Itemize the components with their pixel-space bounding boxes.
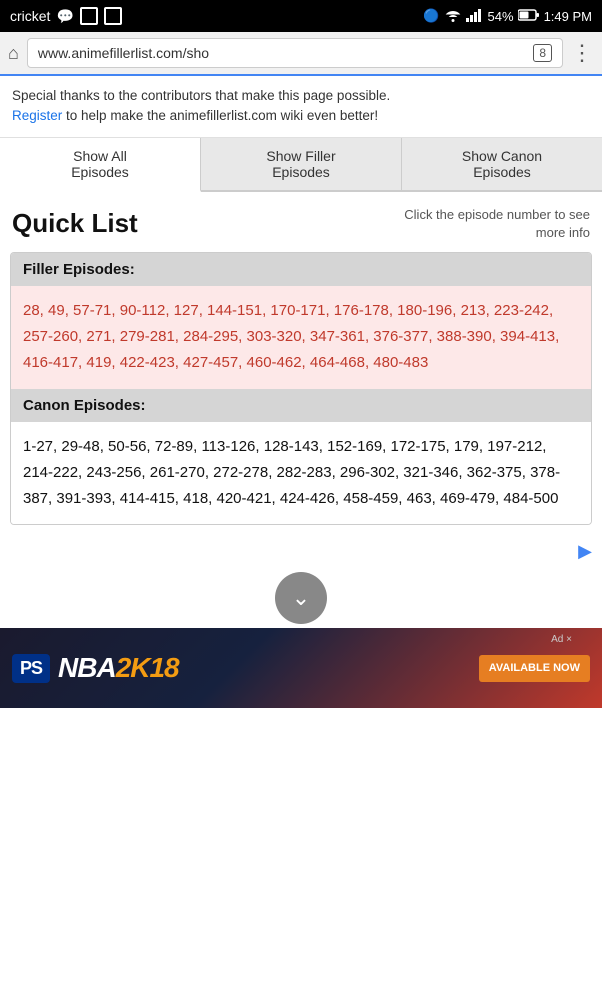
info-text: Special thanks to the contributors that … <box>12 88 390 103</box>
tab-filler-label: Show FillerEpisodes <box>266 148 335 180</box>
tabs-container: Show AllEpisodes Show FillerEpisodes Sho… <box>0 138 602 192</box>
scroll-down-button[interactable]: ⌄ <box>275 572 327 624</box>
status-bar: cricket 💬 🔵 54% 1:49 PM <box>0 0 602 32</box>
messenger-icon: 💬 <box>56 8 73 25</box>
browser-bar: ⌂ www.animefillerlist.com/sho 8 ⋮ <box>0 32 602 76</box>
nba-ad-banner[interactable]: PS NBA2K18 AVAILABLE NOW Ad × <box>0 628 602 708</box>
tab-filler-episodes[interactable]: Show FillerEpisodes <box>201 138 402 190</box>
menu-button[interactable]: ⋮ <box>571 40 594 66</box>
tab-all-label: Show AllEpisodes <box>71 148 129 180</box>
nba-ad-left: PS NBA2K18 <box>12 652 179 684</box>
square-icon-1 <box>80 7 98 25</box>
carrier-label: cricket <box>10 8 50 24</box>
status-left: cricket 💬 <box>10 7 122 25</box>
status-right: 🔵 54% 1:49 PM <box>423 8 592 25</box>
info-bar: Special thanks to the contributors that … <box>0 76 602 138</box>
url-bar[interactable]: www.animefillerlist.com/sho 8 <box>27 38 563 68</box>
wifi-icon <box>444 8 462 25</box>
scroll-down-area: ⌄ <box>0 572 602 624</box>
tab-count[interactable]: 8 <box>533 44 552 62</box>
filler-header: Filler Episodes: <box>11 253 591 286</box>
url-text: www.animefillerlist.com/sho <box>38 45 209 61</box>
battery-label: 54% <box>488 9 514 24</box>
page-content: Special thanks to the contributors that … <box>0 76 602 624</box>
info-suffix: to help make the animefillerlist.com wik… <box>62 108 378 123</box>
nba-cta[interactable]: AVAILABLE NOW <box>479 655 590 682</box>
home-button[interactable]: ⌂ <box>8 43 19 64</box>
canon-episodes[interactable]: 1-27, 29-48, 50-56, 72-89, 113-126, 128-… <box>11 422 591 525</box>
square-icon-2 <box>104 7 122 25</box>
time-label: 1:49 PM <box>544 9 592 24</box>
filler-episodes[interactable]: 28, 49, 57-71, 90-112, 127, 144-151, 170… <box>11 286 591 389</box>
battery-icon <box>518 9 540 24</box>
quick-list-hint: Click the episode number to see more inf… <box>390 206 590 242</box>
tab-all-episodes[interactable]: Show AllEpisodes <box>0 138 201 192</box>
tab-canon-label: Show CanonEpisodes <box>462 148 542 180</box>
chevron-down-icon: ⌄ <box>292 585 310 611</box>
ad-area: ▶ <box>0 541 602 562</box>
quick-list-title: Quick List <box>12 208 138 239</box>
ad-close-label[interactable]: Ad × <box>551 634 572 645</box>
nba-title: NBA2K18 <box>58 652 179 684</box>
register-link[interactable]: Register <box>12 108 62 123</box>
ad-arrow-icon: ▶ <box>578 541 592 562</box>
bluetooth-icon: 🔵 <box>423 8 439 24</box>
playstation-logo: PS <box>12 654 50 683</box>
signal-icon <box>466 8 484 25</box>
tab-canon-episodes[interactable]: Show CanonEpisodes <box>402 138 602 190</box>
quick-list-header: Quick List Click the episode number to s… <box>0 192 602 252</box>
canon-header: Canon Episodes: <box>11 389 591 422</box>
episode-table: Filler Episodes: 28, 49, 57-71, 90-112, … <box>10 252 592 526</box>
